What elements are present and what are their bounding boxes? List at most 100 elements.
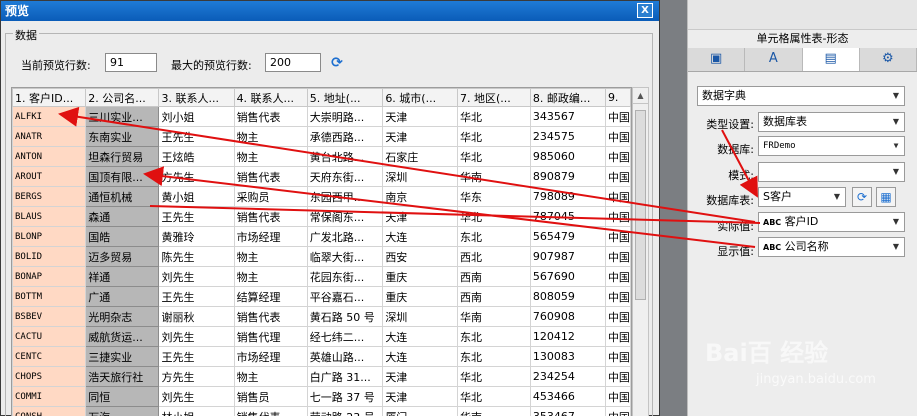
table-cell[interactable]: 销售代理 <box>233 326 308 347</box>
table-cell[interactable]: 广发北路... <box>306 226 384 247</box>
table-cell[interactable]: 华北 <box>457 126 531 147</box>
table-cell[interactable]: 迈多贸易 <box>85 246 160 267</box>
table-cell[interactable]: 中国 <box>604 406 631 416</box>
table-cell[interactable]: BLAUS <box>12 206 87 227</box>
table-cell[interactable]: 565479 <box>529 226 606 247</box>
db-table-select[interactable]: S客户 ▼ <box>758 187 846 207</box>
column-header[interactable]: 9. <box>604 88 631 107</box>
table-cell[interactable]: 798089 <box>529 186 606 207</box>
table-cell[interactable]: 234254 <box>529 366 606 387</box>
table-cell[interactable]: 销售代表 <box>233 166 308 187</box>
table-cell[interactable]: 大崇明路... <box>306 106 384 127</box>
table-cell[interactable]: 采购员 <box>233 186 308 207</box>
refresh-icon[interactable]: ⟳ <box>329 55 345 71</box>
table-cell[interactable]: BSBEV <box>12 306 87 327</box>
table-cell[interactable]: 王先生 <box>158 206 235 227</box>
table-cell[interactable]: 祥通 <box>85 266 160 287</box>
table-cell[interactable]: 厦门 <box>382 406 459 416</box>
table-cell[interactable]: AROUT <box>12 166 87 187</box>
gear-icon[interactable]: ⚙ <box>860 48 917 71</box>
table-cell[interactable]: 林小姐 <box>158 406 235 416</box>
table-cell[interactable]: CONSH <box>12 406 87 416</box>
table-cell[interactable]: 刘小姐 <box>158 106 235 127</box>
table-cell[interactable]: 808059 <box>529 286 606 307</box>
format-icon[interactable]: A <box>745 48 803 71</box>
table-cell[interactable]: 刘先生 <box>158 386 235 407</box>
table-cell[interactable]: 方先生 <box>158 166 235 187</box>
table-cell[interactable]: 承德西路... <box>306 126 384 147</box>
actual-value-select[interactable]: ABC 客户ID ▼ <box>758 212 905 232</box>
table-cell[interactable]: 刘先生 <box>158 266 235 287</box>
table-cell[interactable]: 中国 <box>604 146 631 167</box>
table-cell[interactable]: 234575 <box>529 126 606 147</box>
scroll-thumb[interactable] <box>635 110 646 300</box>
table-cell[interactable]: 天津 <box>382 126 459 147</box>
column-header[interactable]: 5. 地址(... <box>306 88 384 107</box>
table-cell[interactable]: 567690 <box>529 266 606 287</box>
table-cell[interactable]: BLONP <box>12 226 87 247</box>
table-cell[interactable]: 王炫皓 <box>158 146 235 167</box>
table-cell[interactable]: 王先生 <box>158 286 235 307</box>
table-cell[interactable]: 英雄山路... <box>306 346 384 367</box>
table-cell[interactable]: 中国 <box>604 346 631 367</box>
table-cell[interactable]: 陈先生 <box>158 246 235 267</box>
table-cell[interactable]: 787045 <box>529 206 606 227</box>
table-cell[interactable]: 销售员 <box>233 386 308 407</box>
table-cell[interactable]: CHOPS <box>12 366 87 387</box>
table-cell[interactable]: 东园西甲... <box>306 186 384 207</box>
table-cell[interactable]: 常保阁东... <box>306 206 384 227</box>
table-cell[interactable]: 中国 <box>604 386 631 407</box>
table-cell[interactable]: 天津 <box>382 366 459 387</box>
table-cell[interactable]: 深圳 <box>382 166 459 187</box>
column-header[interactable]: 7. 地区(... <box>457 88 531 107</box>
table-cell[interactable]: CENTC <box>12 346 87 367</box>
table-cell[interactable]: 天津 <box>382 106 459 127</box>
table-cell[interactable]: 王先生 <box>158 346 235 367</box>
column-header[interactable]: 3. 联系人... <box>158 88 235 107</box>
table-cell[interactable]: 市场经理 <box>233 346 308 367</box>
table-cell[interactable]: 黄石路 50 号 <box>306 306 384 327</box>
table-cell[interactable]: 343567 <box>529 106 606 127</box>
table-cell[interactable]: 东北 <box>457 346 531 367</box>
table-cell[interactable]: 中国 <box>604 166 631 187</box>
table-cell[interactable]: 物主 <box>233 126 308 147</box>
table-cell[interactable]: 130083 <box>529 346 606 367</box>
table-cell[interactable]: 中国 <box>604 366 631 387</box>
table-cell[interactable]: 黄台北路... <box>306 146 384 167</box>
table-cell[interactable]: 890879 <box>529 166 606 187</box>
table-cell[interactable]: 七一路 37 号 <box>306 386 384 407</box>
table-cell[interactable]: 石家庄 <box>382 146 459 167</box>
table-cell[interactable]: 经七纬二... <box>306 326 384 347</box>
table-cell[interactable]: 天津 <box>382 206 459 227</box>
table-cell[interactable]: 华北 <box>457 206 531 227</box>
table-cell[interactable]: 东北 <box>457 326 531 347</box>
table-cell[interactable]: BERGS <box>12 186 87 207</box>
table-cell[interactable]: 中国 <box>604 106 631 127</box>
type-select[interactable]: 数据字典 ▼ <box>697 86 905 106</box>
table-cell[interactable]: 结算经理 <box>233 286 308 307</box>
table-cell[interactable]: 三捷实业 <box>85 346 160 367</box>
table-cell[interactable]: 西南 <box>457 266 531 287</box>
table-cell[interactable]: 三川实业... <box>85 106 160 127</box>
table-cell[interactable]: 南京 <box>382 186 459 207</box>
table-cell[interactable]: 西北 <box>457 246 531 267</box>
table-cell[interactable]: 重庆 <box>382 286 459 307</box>
table-cell[interactable]: 大连 <box>382 346 459 367</box>
preview-table-icon[interactable]: ▦ <box>876 187 896 207</box>
column-header[interactable]: 2. 公司名... <box>85 88 160 107</box>
table-cell[interactable]: 同恒 <box>85 386 160 407</box>
table-cell[interactable]: 华北 <box>457 366 531 387</box>
table-cell[interactable]: 中国 <box>604 226 631 247</box>
table-cell[interactable]: 销售代表 <box>233 306 308 327</box>
table-cell[interactable]: 985060 <box>529 146 606 167</box>
table-cell[interactable]: 天津 <box>382 386 459 407</box>
max-rows-field[interactable]: 200 <box>265 53 321 72</box>
table-cell[interactable]: 907987 <box>529 246 606 267</box>
table-cell[interactable]: 万海 <box>85 406 160 416</box>
table-cell[interactable]: 中国 <box>604 246 631 267</box>
table-cell[interactable]: 物主 <box>233 266 308 287</box>
table-cell[interactable]: 物主 <box>233 366 308 387</box>
table-cell[interactable]: 森通 <box>85 206 160 227</box>
table-cell[interactable]: 黄小姐 <box>158 186 235 207</box>
table-cell[interactable]: 坦森行贸易 <box>85 146 160 167</box>
